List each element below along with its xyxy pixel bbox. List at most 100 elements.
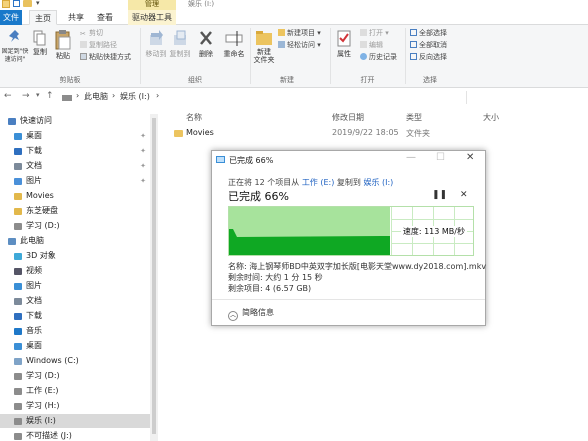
nav-scrollbar-thumb[interactable]	[152, 118, 156, 434]
properties-label: 属性	[337, 50, 351, 58]
open-group-label: 打开	[360, 76, 375, 84]
graph-gridline	[391, 219, 473, 220]
tab-view[interactable]: 查看	[93, 10, 117, 25]
sidebar-item[interactable]: 东芝硬盘	[0, 204, 150, 218]
sidebar-item[interactable]: 学习 (D:)	[0, 219, 150, 233]
destination-link[interactable]: 娱乐 (I:)	[363, 178, 393, 187]
sidebar-item-label: 学习 (H:)	[26, 401, 60, 410]
sidebar-item-label: Movies	[26, 191, 54, 200]
customize-toolbar-icon[interactable]: ▾	[36, 0, 40, 7]
tab-share[interactable]: 共享	[64, 10, 88, 25]
cut-button[interactable]: ✂ 剪切	[80, 29, 103, 38]
sidebar-item-icon	[14, 163, 22, 170]
history-button[interactable]: 历史记录	[360, 53, 397, 61]
sidebar-item[interactable]: 3D 对象	[0, 249, 150, 263]
cancel-copy-button[interactable]: ✕	[460, 190, 468, 200]
rename-button[interactable]: 重命名	[220, 29, 248, 58]
new-folder-quick-icon[interactable]	[23, 0, 32, 7]
column-header-name[interactable]: 名称	[186, 112, 202, 123]
tab-home[interactable]: 主页	[29, 10, 57, 25]
forward-arrow-icon[interactable]: →	[22, 91, 30, 101]
recent-dropdown-icon[interactable]: ▾	[36, 91, 40, 99]
sidebar-item[interactable]: 学习 (D:)	[0, 369, 150, 383]
copy-path-button[interactable]: 复制路径	[80, 41, 117, 49]
history-icon	[360, 53, 367, 60]
paste-label: 粘贴	[56, 52, 70, 60]
sidebar-item[interactable]: 下载 ✦	[0, 144, 150, 158]
sidebar-item[interactable]: 音乐	[0, 324, 150, 338]
invert-selection-button[interactable]: 反向选择	[410, 53, 447, 61]
back-arrow-icon[interactable]: ←	[4, 91, 12, 101]
rename-label: 重命名	[223, 50, 245, 58]
move-to-button[interactable]: 移动到	[145, 29, 167, 58]
file-type: 文件夹	[406, 129, 430, 138]
delete-button[interactable]: 删除	[196, 29, 216, 58]
sidebar-item-label: 快速访问	[20, 116, 52, 125]
copy-desc-mid: 复制到	[334, 178, 364, 187]
column-header-date[interactable]: 修改日期	[332, 112, 364, 123]
nav-scrollbar[interactable]	[150, 114, 158, 441]
column-header-type[interactable]: 类型	[406, 112, 422, 123]
open-icon	[360, 29, 367, 36]
sidebar-item-icon	[14, 223, 22, 230]
edit-button[interactable]: 编辑	[360, 41, 383, 49]
paste-shortcut-button[interactable]: 粘贴快捷方式	[80, 53, 131, 61]
rename-icon	[225, 31, 243, 46]
sidebar-item[interactable]: 视频	[0, 264, 150, 278]
easy-access-button[interactable]: 轻松访问 ▾	[278, 41, 321, 49]
sidebar-item[interactable]: 桌面	[0, 339, 150, 353]
address-bar[interactable]: › 此电脑 › 娱乐 (I:) ›	[58, 91, 458, 104]
pin-quick-access-button[interactable]: 固定到"快速访问"	[1, 29, 29, 64]
sidebar-item[interactable]: Windows (C:)	[0, 354, 150, 368]
sidebar-item[interactable]: 此电脑	[0, 234, 150, 248]
maximize-icon[interactable]: ☐	[436, 152, 445, 163]
minimize-icon[interactable]: —	[406, 152, 416, 163]
select-all-button[interactable]: 全部选择	[410, 29, 447, 37]
copy-to-icon	[174, 30, 186, 45]
properties-button[interactable]: 属性	[334, 29, 354, 58]
properties-quick-icon[interactable]	[13, 0, 20, 7]
copy-to-button[interactable]: 复制到	[169, 29, 191, 58]
file-name: Movies	[186, 128, 214, 137]
new-item-icon	[278, 29, 285, 36]
tab-drive-tools[interactable]: 驱动器工具	[128, 10, 176, 25]
new-item-button[interactable]: 新建项目 ▾	[278, 29, 321, 37]
sidebar-item[interactable]: 不可描述 (J:)	[0, 429, 150, 441]
sidebar-item[interactable]: 文档 ✦	[0, 159, 150, 173]
paste-button[interactable]: 粘贴	[52, 29, 74, 60]
sidebar-item[interactable]: 学习 (H:)	[0, 399, 150, 413]
sidebar-item-label: 工作 (E:)	[26, 386, 59, 395]
close-icon[interactable]: ✕	[466, 152, 474, 163]
pause-button[interactable]: ❚❚	[432, 190, 447, 200]
breadcrumb-this-pc[interactable]: 此电脑	[84, 91, 108, 102]
ribbon-separator	[330, 28, 331, 84]
sidebar-item-icon	[14, 388, 22, 395]
sidebar-item-label: 下载	[26, 146, 42, 155]
sidebar-item[interactable]: 下载	[0, 309, 150, 323]
sidebar-item[interactable]: 图片	[0, 279, 150, 293]
select-none-button[interactable]: 全部取消	[410, 41, 447, 49]
up-arrow-icon[interactable]: ↑	[46, 91, 54, 101]
speed-label: 速度: 113 MB/秒	[400, 226, 467, 237]
copy-button[interactable]: 复制	[30, 29, 50, 56]
sidebar-item[interactable]: 快速访问	[0, 114, 150, 128]
sidebar-item-icon	[14, 373, 22, 380]
sidebar-item[interactable]: 图片 ✦	[0, 174, 150, 188]
copy-to-label: 复制到	[169, 50, 191, 58]
fewer-details-button[interactable]: ︿ 简略信息	[228, 307, 274, 321]
open-button[interactable]: 打开 ▾	[360, 29, 389, 37]
sidebar-item-icon	[14, 298, 22, 305]
sidebar-item[interactable]: 工作 (E:)	[0, 384, 150, 398]
column-header-size[interactable]: 大小	[483, 112, 499, 123]
sidebar-item[interactable]: 文档	[0, 294, 150, 308]
sidebar-item[interactable]: 娱乐 (I:)	[0, 414, 150, 428]
sidebar-item[interactable]: 桌面 ✦	[0, 129, 150, 143]
new-folder-button[interactable]: 新建 文件夹	[252, 29, 276, 64]
source-link[interactable]: 工作 (E:)	[302, 178, 335, 187]
sidebar-item[interactable]: Movies	[0, 189, 150, 203]
tab-file[interactable]: 文件	[0, 10, 22, 25]
breadcrumb-drive[interactable]: 娱乐 (I:)	[120, 91, 150, 102]
file-row[interactable]: Movies 2019/9/22 18:05 文件夹	[170, 128, 588, 140]
copy-dialog-icon	[216, 156, 225, 163]
search-input[interactable]	[466, 91, 584, 104]
